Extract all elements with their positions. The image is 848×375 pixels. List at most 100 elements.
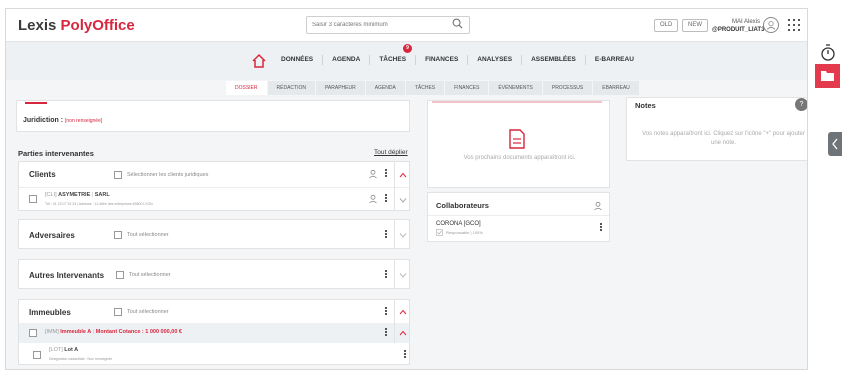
chevron-up-icon[interactable] bbox=[399, 309, 407, 315]
global-search-input[interactable] bbox=[306, 16, 470, 34]
search-icon[interactable] bbox=[452, 18, 463, 29]
nav-item-ebarreau[interactable]: E-BARREAU bbox=[586, 55, 643, 65]
adversaires-section: Adversaires Tout sélectionner bbox=[18, 219, 410, 249]
client-row-detail: Tél : 01 23 07 33 23 | Adresse : 12 allé… bbox=[45, 202, 153, 206]
divider bbox=[19, 187, 409, 188]
tab-taches[interactable]: TÂCHES bbox=[405, 81, 445, 95]
divider bbox=[394, 162, 395, 187]
nav-item-finances[interactable]: FINANCES bbox=[416, 55, 469, 65]
collaborateurs-title: Collaborateurs bbox=[436, 201, 489, 210]
add-collaborator-icon[interactable] bbox=[593, 201, 603, 211]
apps-grid-icon[interactable] bbox=[788, 19, 800, 31]
immeuble-amount: Montant Cotance : 1 000 000,00 € bbox=[95, 329, 182, 335]
jurisdiction-label: Juridiction : [non renseignée] bbox=[23, 117, 102, 124]
select-immeubles-checkbox[interactable] bbox=[114, 308, 122, 316]
logo-text-polyoffice: PolyOffice bbox=[60, 17, 135, 34]
main-content: Juridiction : [non renseignée] Parties i… bbox=[6, 97, 807, 369]
folder-button[interactable] bbox=[815, 64, 840, 88]
parties-title: Parties intervenantes bbox=[18, 149, 94, 158]
user-info[interactable]: MAI Alexis @PRODUIT_LIAT3 bbox=[712, 18, 765, 34]
version-new-button[interactable]: NEW bbox=[682, 19, 708, 32]
notes-help-icon[interactable]: ? bbox=[795, 98, 807, 111]
timer-icon[interactable] bbox=[820, 44, 836, 62]
user-id: @PRODUIT_LIAT3 bbox=[712, 27, 765, 33]
lot-code: [LOT] bbox=[49, 347, 63, 353]
clients-title: Clients bbox=[29, 170, 56, 179]
top-header: Lexis PolyOffice OLD NEW MAI Alexis @PRO… bbox=[6, 9, 807, 42]
select-autres-checkbox[interactable] bbox=[116, 271, 124, 279]
check-icon bbox=[436, 229, 443, 236]
nav-item-agenda[interactable]: AGENDA bbox=[323, 55, 371, 65]
person-icon[interactable] bbox=[368, 194, 378, 204]
chevron-left-icon bbox=[832, 138, 838, 150]
lot-row-checkbox[interactable] bbox=[33, 351, 41, 359]
adversaires-title: Adversaires bbox=[29, 231, 75, 240]
add-person-icon[interactable] bbox=[368, 169, 378, 179]
nav-item-taches-label: TÂCHES bbox=[379, 56, 407, 63]
client-row-menu-icon[interactable] bbox=[385, 194, 388, 204]
chevron-down-icon[interactable] bbox=[399, 232, 407, 238]
screen: Lexis PolyOffice OLD NEW MAI Alexis @PRO… bbox=[0, 0, 848, 375]
nav-item-taches[interactable]: TÂCHES 9 bbox=[370, 44, 417, 65]
autres-menu-icon[interactable] bbox=[385, 270, 388, 280]
app-logo[interactable]: Lexis PolyOffice bbox=[18, 17, 135, 34]
tab-parapheur[interactable]: PARAPHEUR bbox=[315, 81, 365, 95]
client-row-checkbox[interactable] bbox=[29, 195, 37, 203]
select-adversaires-label: Tout sélectionner bbox=[127, 232, 169, 238]
immeuble-row-menu-icon[interactable] bbox=[385, 328, 388, 338]
tasks-count-badge: 9 bbox=[403, 44, 413, 53]
tab-evenements[interactable]: ÉVÉNEMENTS bbox=[489, 81, 542, 95]
tab-agenda[interactable]: AGENDA bbox=[365, 81, 405, 95]
lot-row-menu-icon[interactable] bbox=[404, 350, 407, 360]
folder-icon bbox=[821, 71, 834, 81]
document-icon bbox=[509, 129, 525, 149]
client-type: SARL bbox=[94, 192, 110, 198]
chevron-up-icon[interactable] bbox=[399, 172, 407, 178]
clients-section: Clients Sélectionner les clients juridiq… bbox=[18, 161, 410, 211]
accent-bar bbox=[25, 102, 47, 104]
logo-text-lexis: Lexis bbox=[18, 17, 61, 34]
documents-empty-text: Vos prochains documents apparaîtront ici… bbox=[463, 155, 576, 161]
chevron-down-icon[interactable] bbox=[399, 272, 407, 278]
select-clients-checkbox[interactable] bbox=[114, 171, 122, 179]
immeubles-title: Immeubles bbox=[29, 308, 71, 317]
immeuble-row-checkbox[interactable] bbox=[29, 329, 37, 337]
collaborateurs-card: Collaborateurs CORONA [GCO] Responsable … bbox=[427, 192, 610, 242]
chevron-up-icon[interactable] bbox=[399, 330, 407, 336]
lot-row-title[interactable]: [LOT] Lot A bbox=[49, 347, 78, 353]
tab-finances[interactable]: FINANCES bbox=[445, 81, 489, 95]
main-navigation: DONNÉES AGENDA TÂCHES 9 FINANCES ANALYSE… bbox=[6, 42, 807, 80]
chevron-down-icon[interactable] bbox=[399, 197, 407, 203]
immeuble-row-title: [IMM] Immeuble A | Montant Cotance : 1 0… bbox=[45, 329, 182, 335]
avatar-icon[interactable] bbox=[763, 17, 779, 33]
tab-ebarreau[interactable]: EBARREAU bbox=[593, 81, 639, 95]
notes-card: Notes ? Vos notes apparaîtront ici. Cliq… bbox=[626, 97, 807, 161]
immeuble-row[interactable]: [IMM] Immeuble A | Montant Cotance : 1 0… bbox=[19, 323, 409, 343]
nav-item-assemblees[interactable]: ASSEMBLÉES bbox=[522, 55, 586, 65]
adversaires-menu-icon[interactable] bbox=[385, 230, 388, 240]
divider bbox=[394, 260, 395, 289]
jurisdiction-value[interactable]: [non renseignée] bbox=[65, 118, 102, 124]
collaborator-menu-icon[interactable] bbox=[600, 223, 603, 233]
divider bbox=[394, 187, 395, 211]
nav-item-analyses[interactable]: ANALYSES bbox=[468, 55, 523, 65]
select-adversaires-checkbox[interactable] bbox=[114, 231, 122, 239]
immeubles-menu-icon[interactable] bbox=[385, 307, 388, 317]
tab-processus[interactable]: PROCESSUS bbox=[542, 81, 593, 95]
side-panel-toggle[interactable] bbox=[828, 132, 842, 156]
documents-card: Vos prochains documents apparaîtront ici… bbox=[427, 100, 610, 188]
client-code: [CLI] bbox=[45, 192, 57, 198]
lot-name: Lot A bbox=[64, 347, 79, 353]
clients-menu-icon[interactable] bbox=[385, 169, 388, 179]
select-immeubles-label: Tout sélectionner bbox=[127, 309, 169, 315]
client-name: ASYMETRIE bbox=[58, 192, 91, 198]
version-old-button[interactable]: OLD bbox=[654, 19, 679, 32]
client-row-title[interactable]: [CLI] ASYMETRIE | SARL bbox=[45, 192, 110, 198]
expand-all-link[interactable]: Tout déplier bbox=[374, 149, 408, 156]
collaborator-name[interactable]: CORONA [GCO] bbox=[436, 221, 481, 227]
nav-item-donnees[interactable]: DONNÉES bbox=[272, 55, 324, 65]
autres-intervenants-title: Autres Intervenants bbox=[29, 271, 105, 280]
tab-dossier[interactable]: DOSSIER bbox=[226, 81, 267, 95]
home-icon[interactable] bbox=[251, 53, 267, 69]
tab-redaction[interactable]: RÉDACTION bbox=[267, 81, 315, 95]
